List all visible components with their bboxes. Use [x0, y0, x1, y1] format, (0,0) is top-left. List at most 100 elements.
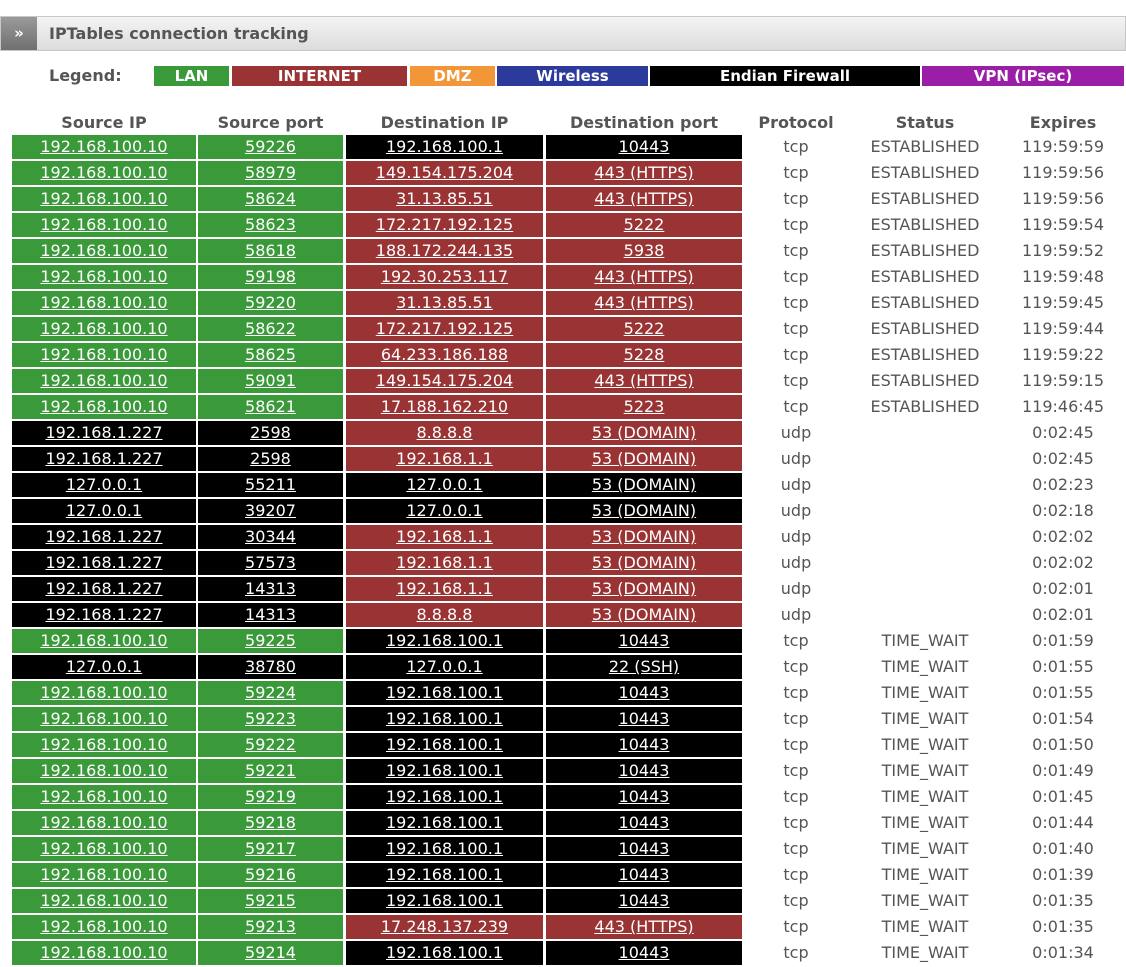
- destination-ip-link[interactable]: 127.0.0.1: [406, 475, 482, 494]
- source-port-link[interactable]: 30344: [245, 527, 296, 546]
- destination-ip-link[interactable]: 192.30.253.117: [381, 267, 508, 286]
- destination-ip-link[interactable]: 192.168.100.1: [386, 787, 503, 806]
- source-port-link[interactable]: 2598: [250, 423, 291, 442]
- source-ip-link[interactable]: 192.168.100.10: [40, 397, 167, 416]
- source-port-link[interactable]: 59222: [245, 735, 296, 754]
- source-ip-link[interactable]: 192.168.100.10: [40, 215, 167, 234]
- source-port-link[interactable]: 59216: [245, 865, 296, 884]
- source-ip-link[interactable]: 192.168.1.227: [45, 449, 162, 468]
- source-port-link[interactable]: 58624: [245, 189, 296, 208]
- source-ip-link[interactable]: 127.0.0.1: [66, 657, 142, 676]
- destination-ip-link[interactable]: 192.168.100.1: [386, 735, 503, 754]
- source-port-link[interactable]: 59215: [245, 891, 296, 910]
- source-port-link[interactable]: 59226: [245, 137, 296, 156]
- destination-port-link[interactable]: 5222: [624, 215, 665, 234]
- source-ip-link[interactable]: 192.168.1.227: [45, 553, 162, 572]
- source-ip-link[interactable]: 192.168.1.227: [45, 527, 162, 546]
- source-ip-link[interactable]: 192.168.100.10: [40, 241, 167, 260]
- source-port-link[interactable]: 59218: [245, 813, 296, 832]
- source-ip-link[interactable]: 192.168.100.10: [40, 761, 167, 780]
- source-ip-link[interactable]: 192.168.1.227: [45, 423, 162, 442]
- destination-port-link[interactable]: 53 (DOMAIN): [592, 501, 696, 520]
- source-port-link[interactable]: 57573: [245, 553, 296, 572]
- destination-ip-link[interactable]: 192.168.100.1: [386, 813, 503, 832]
- source-port-link[interactable]: 58621: [245, 397, 296, 416]
- source-port-link[interactable]: 2598: [250, 449, 291, 468]
- source-ip-link[interactable]: 192.168.100.10: [40, 267, 167, 286]
- destination-port-link[interactable]: 53 (DOMAIN): [592, 579, 696, 598]
- destination-ip-link[interactable]: 192.168.1.1: [396, 527, 493, 546]
- source-port-link[interactable]: 59091: [245, 371, 296, 390]
- source-ip-link[interactable]: 192.168.100.10: [40, 137, 167, 156]
- destination-port-link[interactable]: 443 (HTTPS): [594, 189, 693, 208]
- destination-port-link[interactable]: 10443: [619, 137, 670, 156]
- destination-ip-link[interactable]: 149.154.175.204: [376, 371, 513, 390]
- destination-port-link[interactable]: 10443: [619, 735, 670, 754]
- destination-port-link[interactable]: 10443: [619, 631, 670, 650]
- destination-port-link[interactable]: 10443: [619, 891, 670, 910]
- destination-port-link[interactable]: 443 (HTTPS): [594, 371, 693, 390]
- destination-ip-link[interactable]: 172.217.192.125: [376, 215, 513, 234]
- destination-port-link[interactable]: 53 (DOMAIN): [592, 527, 696, 546]
- source-ip-link[interactable]: 192.168.1.227: [45, 579, 162, 598]
- destination-ip-link[interactable]: 172.217.192.125: [376, 319, 513, 338]
- destination-port-link[interactable]: 10443: [619, 787, 670, 806]
- source-port-link[interactable]: 38780: [245, 657, 296, 676]
- source-ip-link[interactable]: 192.168.100.10: [40, 865, 167, 884]
- destination-port-link[interactable]: 53 (DOMAIN): [592, 553, 696, 572]
- source-ip-link[interactable]: 192.168.100.10: [40, 709, 167, 728]
- source-port-link[interactable]: 58625: [245, 345, 296, 364]
- source-port-link[interactable]: 58618: [245, 241, 296, 260]
- source-port-link[interactable]: 58623: [245, 215, 296, 234]
- destination-port-link[interactable]: 443 (HTTPS): [594, 917, 693, 936]
- source-port-link[interactable]: 55211: [245, 475, 296, 494]
- destination-port-link[interactable]: 5938: [624, 241, 665, 260]
- destination-port-link[interactable]: 53 (DOMAIN): [592, 475, 696, 494]
- destination-port-link[interactable]: 443 (HTTPS): [594, 267, 693, 286]
- source-ip-link[interactable]: 192.168.100.10: [40, 839, 167, 858]
- source-port-link[interactable]: 59217: [245, 839, 296, 858]
- source-ip-link[interactable]: 192.168.100.10: [40, 787, 167, 806]
- source-ip-link[interactable]: 192.168.100.10: [40, 813, 167, 832]
- source-port-link[interactable]: 58979: [245, 163, 296, 182]
- destination-port-link[interactable]: 10443: [619, 761, 670, 780]
- destination-port-link[interactable]: 22 (SSH): [609, 657, 679, 676]
- destination-ip-link[interactable]: 17.248.137.239: [381, 917, 508, 936]
- source-port-link[interactable]: 59214: [245, 943, 296, 962]
- source-port-link[interactable]: 59225: [245, 631, 296, 650]
- source-ip-link[interactable]: 192.168.100.10: [40, 319, 167, 338]
- destination-ip-link[interactable]: 188.172.244.135: [376, 241, 513, 260]
- source-ip-link[interactable]: 192.168.100.10: [40, 163, 167, 182]
- destination-ip-link[interactable]: 192.168.100.1: [386, 865, 503, 884]
- destination-ip-link[interactable]: 31.13.85.51: [396, 189, 493, 208]
- destination-ip-link[interactable]: 64.233.186.188: [381, 345, 508, 364]
- source-ip-link[interactable]: 192.168.100.10: [40, 345, 167, 364]
- destination-ip-link[interactable]: 127.0.0.1: [406, 657, 482, 676]
- source-port-link[interactable]: 59220: [245, 293, 296, 312]
- destination-ip-link[interactable]: 8.8.8.8: [417, 605, 473, 624]
- source-port-link[interactable]: 14313: [245, 605, 296, 624]
- source-port-link[interactable]: 59224: [245, 683, 296, 702]
- destination-ip-link[interactable]: 192.168.100.1: [386, 683, 503, 702]
- destination-ip-link[interactable]: 149.154.175.204: [376, 163, 513, 182]
- destination-port-link[interactable]: 10443: [619, 709, 670, 728]
- destination-ip-link[interactable]: 192.168.100.1: [386, 761, 503, 780]
- source-port-link[interactable]: 59198: [245, 267, 296, 286]
- destination-ip-link[interactable]: 192.168.100.1: [386, 709, 503, 728]
- source-ip-link[interactable]: 127.0.0.1: [66, 475, 142, 494]
- source-ip-link[interactable]: 192.168.100.10: [40, 371, 167, 390]
- destination-ip-link[interactable]: 17.188.162.210: [381, 397, 508, 416]
- destination-port-link[interactable]: 10443: [619, 813, 670, 832]
- destination-ip-link[interactable]: 8.8.8.8: [417, 423, 473, 442]
- destination-ip-link[interactable]: 31.13.85.51: [396, 293, 493, 312]
- source-ip-link[interactable]: 192.168.100.10: [40, 735, 167, 754]
- source-port-link[interactable]: 59219: [245, 787, 296, 806]
- source-port-link[interactable]: 14313: [245, 579, 296, 598]
- destination-port-link[interactable]: 10443: [619, 683, 670, 702]
- destination-port-link[interactable]: 10443: [619, 865, 670, 884]
- destination-port-link[interactable]: 53 (DOMAIN): [592, 423, 696, 442]
- destination-ip-link[interactable]: 192.168.100.1: [386, 137, 503, 156]
- collapse-toggle-icon[interactable]: »: [1, 17, 37, 50]
- source-ip-link[interactable]: 192.168.100.10: [40, 683, 167, 702]
- source-port-link[interactable]: 59221: [245, 761, 296, 780]
